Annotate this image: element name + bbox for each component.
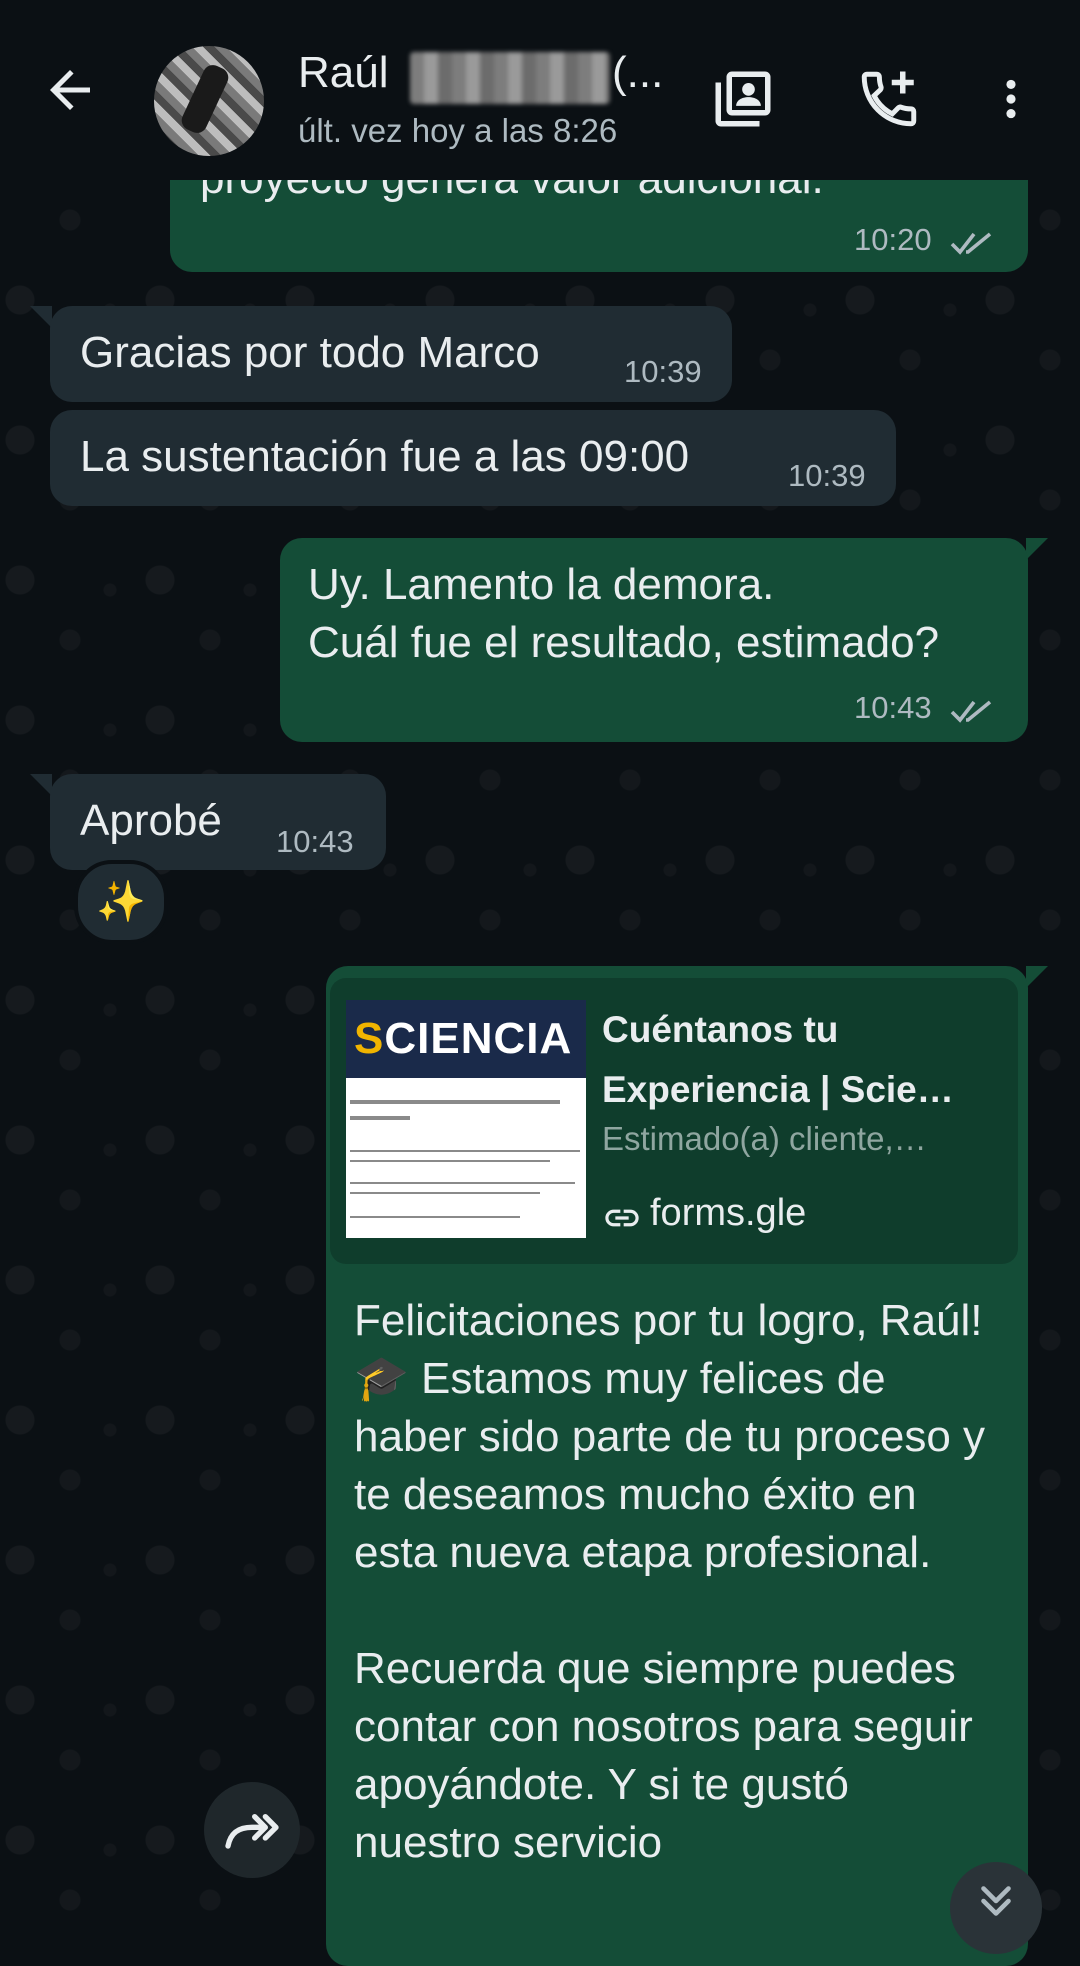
link-preview-title: Cuéntanos tu Experiencia | Scie… xyxy=(602,1009,954,1110)
link-icon xyxy=(605,1209,639,1227)
message-bubble-incoming[interactable]: Aprobé 10:43 xyxy=(50,774,386,870)
message-bubble-incoming[interactable]: La sustentación fue a las 09:00 10:39 xyxy=(50,410,896,506)
sciencia-logo: SCIENCIA xyxy=(354,1014,573,1063)
contact-name[interactable]: Raúl xyxy=(298,48,389,98)
message-time: 10:43 xyxy=(276,824,354,859)
sparkles-reaction[interactable]: ✨ xyxy=(74,860,168,944)
message-text: Gracias por todo Marco xyxy=(80,328,540,377)
back-arrow-icon[interactable] xyxy=(40,60,100,120)
bubble-tail xyxy=(1026,538,1048,560)
message-time: 10:43 xyxy=(854,690,932,725)
message-text: Aprobé xyxy=(80,796,222,845)
forward-icon xyxy=(225,1814,279,1849)
link-preview-thumbnail: SCIENCIA xyxy=(346,1000,586,1238)
message-time: 10:39 xyxy=(788,458,866,493)
message-bubble-incoming[interactable]: Gracias por todo Marco 10:39 xyxy=(50,306,732,402)
message-paragraph: Recuerda que siempre puedes contar con n… xyxy=(354,1644,973,1867)
chat-header: Raúl (... últ. vez hoy a las 8:26 xyxy=(0,0,1080,180)
contact-avatar[interactable] xyxy=(154,46,264,156)
double-check-icon xyxy=(950,232,992,255)
bubble-tail xyxy=(30,774,52,796)
last-seen-status: últ. vez hoy a las 8:26 xyxy=(298,112,618,149)
contact-card-icon[interactable] xyxy=(710,66,776,132)
bubble-tail xyxy=(1026,966,1048,988)
forward-button[interactable] xyxy=(204,1782,300,1878)
bubble-tail xyxy=(30,306,52,328)
link-preview-card[interactable]: SCIENCIA Cuéntanos tu Experiencia | Scie… xyxy=(330,978,1018,1264)
message-text-long: Felicitaciones por tu logro, Raúl! 🎓 Est… xyxy=(354,1292,994,1930)
message-time: 10:39 xyxy=(624,354,702,389)
message-bubble-outgoing[interactable]: Uy. Lamento la demora. Cuál fue el resul… xyxy=(280,538,1028,742)
scroll-down-icon xyxy=(981,1886,1011,1916)
message-time: 10:20 xyxy=(854,222,932,257)
contact-name-tail[interactable]: (... xyxy=(612,48,663,98)
double-check-icon xyxy=(950,700,992,723)
scroll-to-bottom-button[interactable] xyxy=(950,1862,1042,1954)
message-text: La sustentación fue a las 09:00 xyxy=(80,432,690,481)
message-paragraph: Felicitaciones por tu logro, Raúl! 🎓 Est… xyxy=(354,1296,986,1577)
message-text: Uy. Lamento la demora. Cuál fue el resul… xyxy=(308,560,940,667)
link-preview-description: Estimado(a) cliente,… xyxy=(602,1120,927,1157)
add-call-icon[interactable] xyxy=(856,66,922,132)
redacted-name xyxy=(410,52,610,104)
more-vert-icon[interactable] xyxy=(986,66,1036,132)
link-preview-domain: forms.gle xyxy=(650,1192,807,1234)
